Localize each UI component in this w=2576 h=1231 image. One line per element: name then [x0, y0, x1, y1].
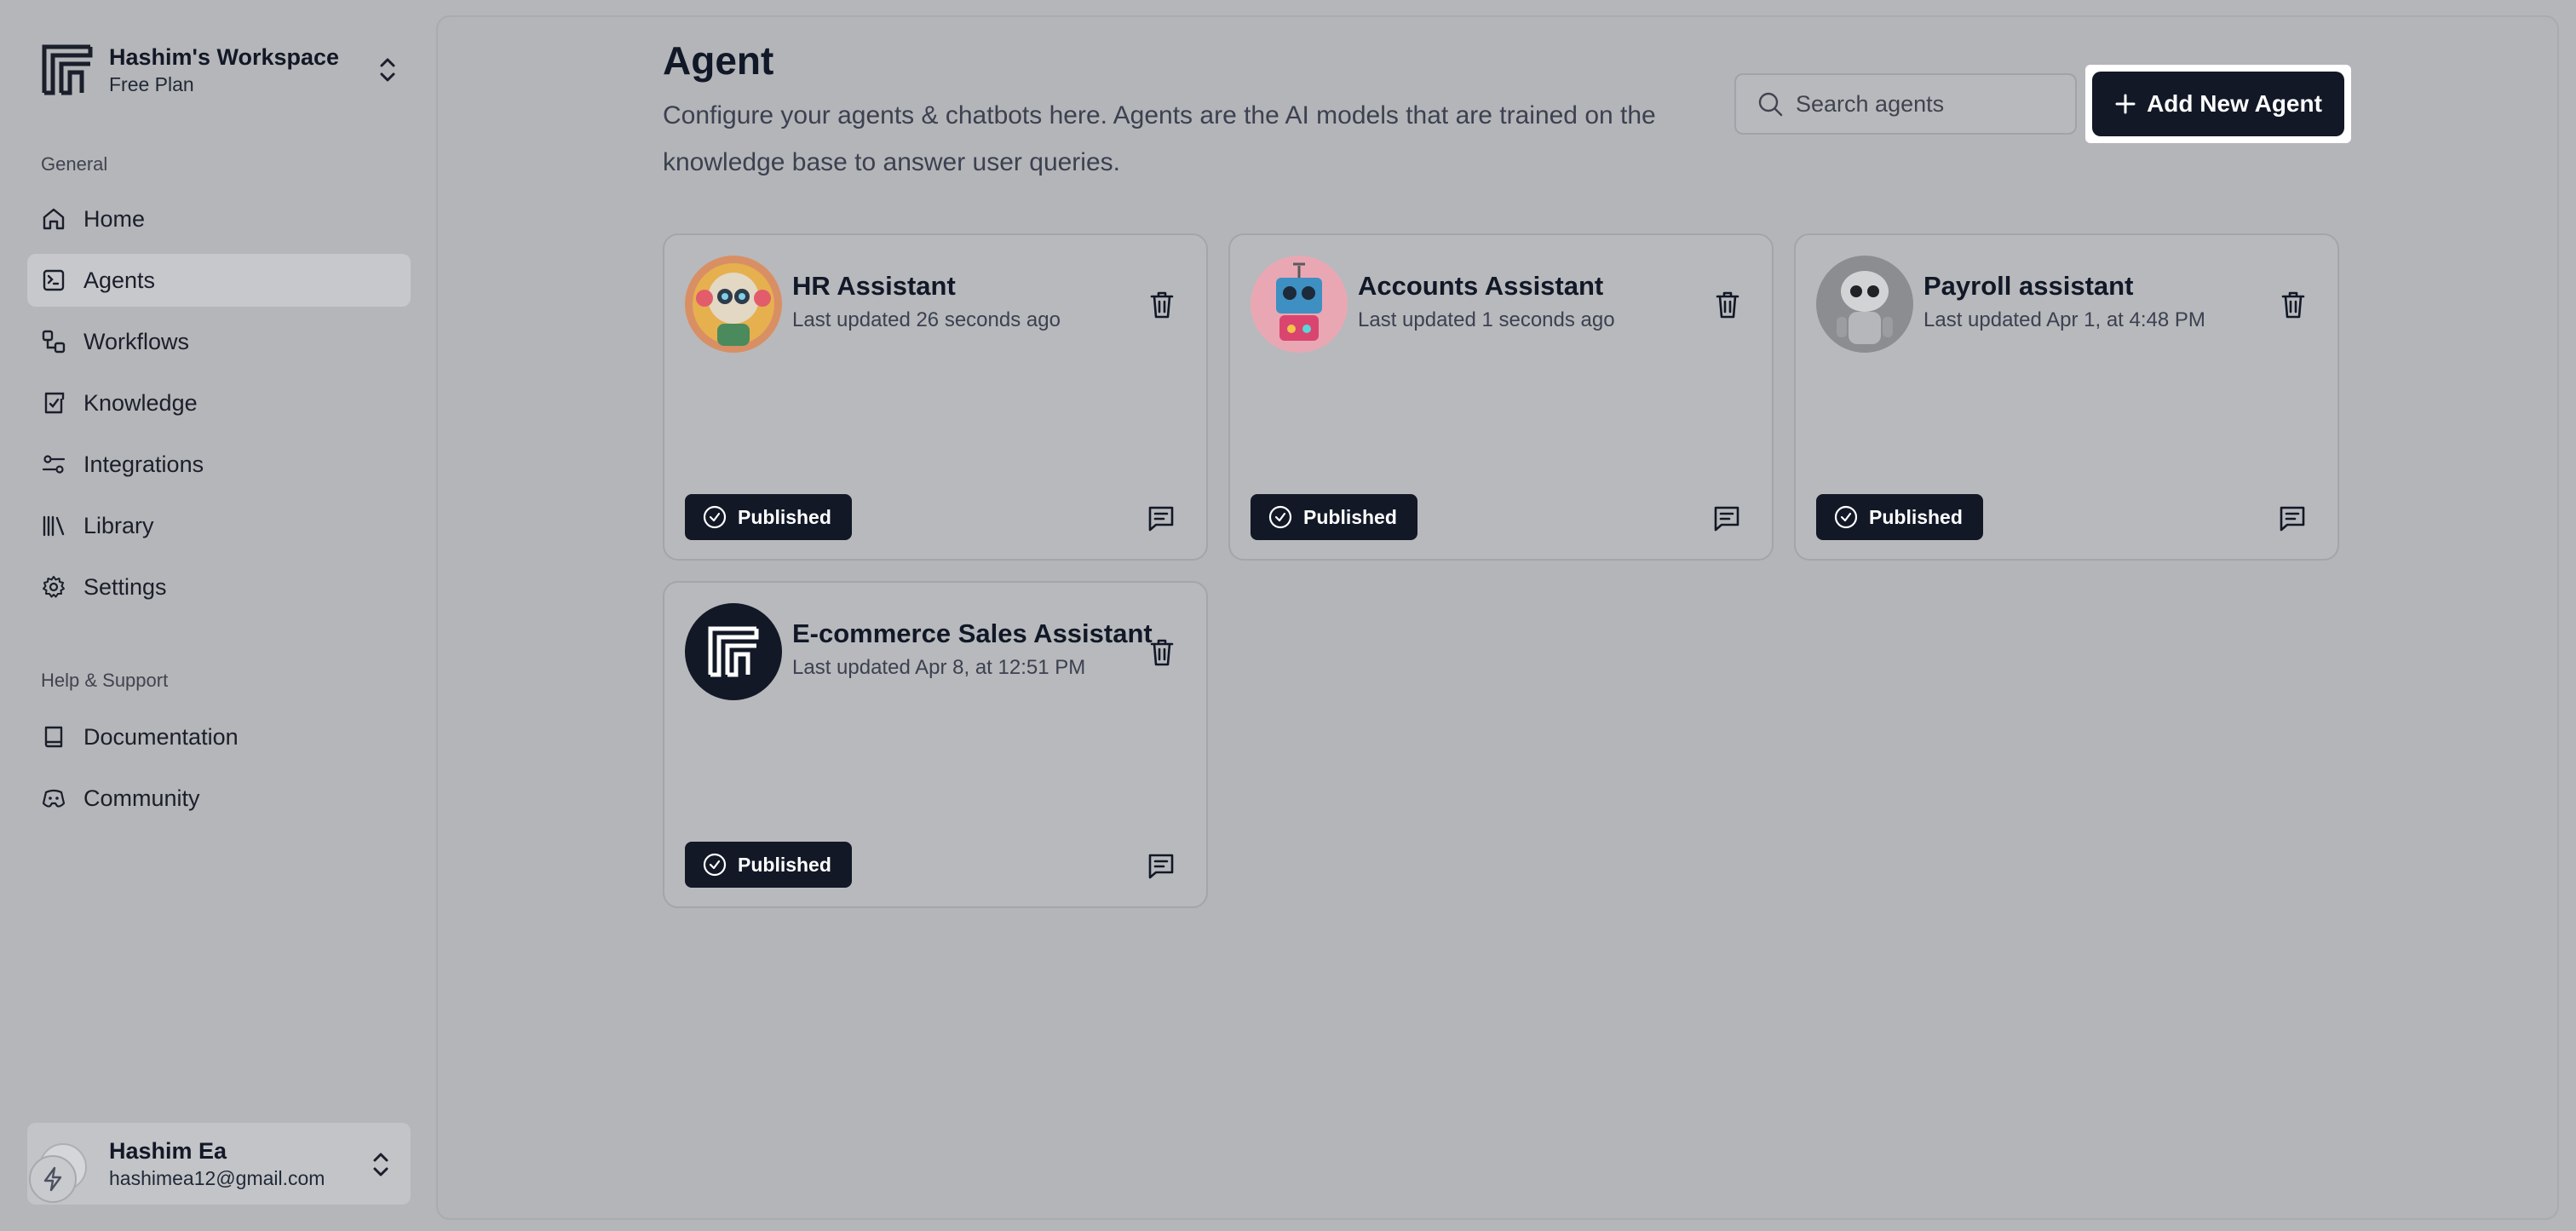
page-description: Configure your agents & chatbots here. A… — [663, 101, 1656, 176]
sidebar-item-library[interactable]: Library — [27, 499, 411, 552]
sidebar: Hashim's Workspace Free Plan General Hom… — [0, 0, 436, 1231]
sidebar-item-label: Library — [83, 512, 154, 538]
main-panel: Agent Configure your agents & chatbots h… — [436, 15, 2559, 1220]
check-circle-icon — [1834, 505, 1858, 529]
agent-name: E-commerce Sales Assistant — [792, 618, 1153, 648]
sidebar-item-settings[interactable]: Settings — [27, 561, 411, 613]
workspace-switcher[interactable]: Hashim's Workspace Free Plan — [41, 37, 399, 102]
chat-icon[interactable] — [1712, 504, 1741, 533]
search-input[interactable] — [1796, 90, 2068, 118]
book-icon — [44, 726, 63, 748]
agent-name: HR Assistant — [792, 271, 956, 301]
search-icon — [1758, 92, 1783, 117]
add-new-agent-button[interactable]: Add New Agent — [2092, 72, 2344, 136]
sidebar-item-agents[interactable]: Agents — [27, 254, 411, 307]
sidebar-item-integrations[interactable]: Integrations — [27, 438, 411, 491]
chevron-up-down-icon — [380, 58, 395, 82]
lightning-icon — [43, 1166, 62, 1192]
library-icon — [43, 515, 65, 537]
user-email: hashimea12@gmail.com — [109, 1167, 325, 1189]
user-menu[interactable]: Hashim Ea hashimea12@gmail.com — [27, 1123, 411, 1205]
status-badge: Published — [1251, 494, 1417, 540]
sidebar-item-label: Knowledge — [83, 389, 198, 416]
knowledge-icon — [44, 392, 65, 414]
agent-card[interactable]: Accounts Assistant Last updated 1 second… — [1228, 233, 1774, 561]
quick-actions-button[interactable] — [29, 1155, 77, 1203]
sidebar-item-documentation[interactable]: Documentation — [27, 710, 411, 763]
sidebar-item-label: Settings — [83, 573, 167, 600]
robot-blue-avatar — [1251, 256, 1348, 353]
sidebar-item-workflows[interactable]: Workflows — [27, 315, 411, 368]
workspace-logo-icon — [42, 44, 93, 95]
robot-orange-avatar — [685, 256, 782, 353]
add-new-agent-label: Add New Agent — [2147, 90, 2322, 117]
agent-updated: Last updated Apr 8, at 12:51 PM — [792, 656, 1086, 679]
sidebar-item-label: Community — [83, 785, 200, 811]
status-label: Published — [738, 853, 831, 876]
sidebar-item-label: Agents — [83, 267, 156, 293]
status-badge: Published — [1816, 494, 1983, 540]
page-title: Agent — [663, 38, 774, 83]
gear-icon — [43, 576, 65, 598]
check-circle-icon — [1268, 505, 1292, 529]
agent-updated: Last updated Apr 1, at 4:48 PM — [1923, 308, 2205, 331]
sidebar-item-label: Home — [83, 205, 146, 232]
trash-icon[interactable] — [2280, 290, 2307, 320]
status-badge: Published — [685, 494, 852, 540]
status-badge: Published — [685, 842, 852, 888]
sidebar-item-community[interactable]: Community — [27, 772, 411, 825]
trash-icon[interactable] — [1714, 290, 1741, 320]
integrations-icon — [42, 455, 66, 474]
trash-icon[interactable] — [1148, 290, 1176, 320]
discord-icon — [42, 789, 66, 808]
plus-icon — [2115, 94, 2136, 114]
agent-updated: Last updated 1 seconds ago — [1358, 308, 1615, 331]
add-button-highlight: Add New Agent — [2085, 65, 2351, 143]
sidebar-item-label: Workflows — [83, 328, 190, 354]
chat-icon[interactable] — [2278, 504, 2307, 533]
sidebar-item-knowledge[interactable]: Knowledge — [27, 377, 411, 429]
robot-grey-avatar — [1816, 256, 1913, 353]
chat-icon[interactable] — [1147, 504, 1176, 533]
trash-icon[interactable] — [1148, 637, 1176, 668]
chat-icon[interactable] — [1147, 852, 1176, 881]
check-circle-icon — [703, 853, 727, 877]
agent-updated: Last updated 26 seconds ago — [792, 308, 1061, 331]
agents-icon — [43, 269, 65, 291]
help-section-label: Help & Support — [41, 670, 169, 691]
sidebar-item-label: Documentation — [83, 723, 239, 750]
sidebar-item-label: Integrations — [83, 451, 204, 477]
sidebar-item-home[interactable]: Home — [27, 193, 411, 245]
status-label: Published — [738, 505, 831, 528]
workspace-name: Hashim's Workspace — [109, 44, 340, 70]
agent-card[interactable]: Payroll assistant Last updated Apr 1, at… — [1794, 233, 2339, 561]
workflows-icon — [42, 330, 66, 354]
search-box[interactable] — [1734, 73, 2077, 135]
status-label: Published — [1869, 505, 1963, 528]
chevron-up-down-icon — [373, 1153, 388, 1176]
agent-name: Accounts Assistant — [1358, 271, 1604, 301]
general-section-label: General — [41, 153, 108, 175]
status-label: Published — [1303, 505, 1397, 528]
logo-avatar — [685, 603, 782, 700]
check-circle-icon — [703, 505, 727, 529]
agent-name: Payroll assistant — [1923, 271, 2134, 301]
user-name: Hashim Ea — [109, 1138, 227, 1164]
agent-card[interactable]: E-commerce Sales Assistant Last updated … — [663, 581, 1208, 908]
workspace-plan: Free Plan — [109, 73, 194, 95]
agent-card[interactable]: HR Assistant Last updated 26 seconds ago… — [663, 233, 1208, 561]
home-icon — [43, 208, 65, 230]
